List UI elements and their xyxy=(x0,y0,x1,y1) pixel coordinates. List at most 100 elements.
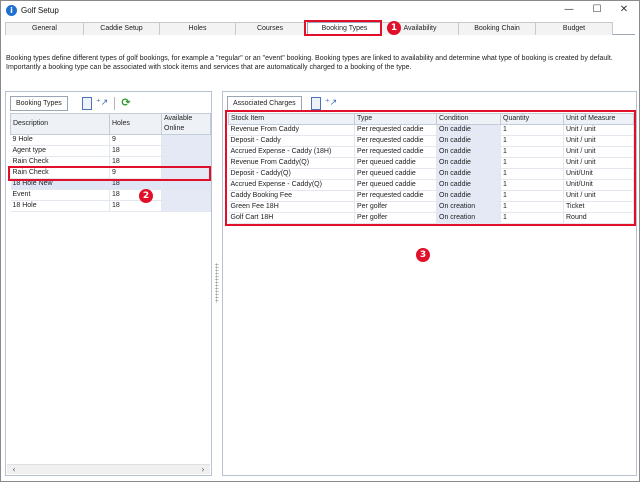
charges-header-row: Stock Item Type Condition Quantity Unit … xyxy=(228,113,634,125)
horizontal-scrollbar[interactable]: ‹ › xyxy=(7,464,210,474)
cell-stock-item: Accrued Expense - Caddy (18H) xyxy=(228,146,355,158)
cell-stock-item: Revenue From Caddy(Q) xyxy=(228,157,355,169)
table-row[interactable]: Deposit - Caddy(Q) Per queued caddie On … xyxy=(228,168,634,180)
scroll-right-icon[interactable]: › xyxy=(198,465,208,474)
table-row[interactable]: Revenue From Caddy Per requested caddie … xyxy=(228,124,634,136)
callout-marker-3: 3 xyxy=(416,248,430,262)
cell-unit-of-measure: Unit / unit xyxy=(563,190,634,202)
column-header-type[interactable]: Type xyxy=(354,113,437,125)
cell-condition: On creation xyxy=(436,212,501,224)
cell-holes: 18 xyxy=(109,145,162,157)
add-link-icon[interactable]: ⁺↗ xyxy=(325,97,337,109)
cell-description: Rain Check xyxy=(10,167,110,179)
cell-quantity: 1 xyxy=(500,135,564,147)
cell-condition: On caddie xyxy=(436,179,501,191)
refresh-icon[interactable]: ⟳ xyxy=(120,97,132,109)
cell-stock-item: Accrued Expense - Caddy(Q) xyxy=(228,179,355,191)
table-row[interactable]: Event 18 xyxy=(10,189,211,201)
maximize-button[interactable]: ☐ xyxy=(587,3,607,17)
table-row[interactable]: Caddy Booking Fee Per requested caddie O… xyxy=(228,190,634,202)
associated-charges-table: Stock Item Type Condition Quantity Unit … xyxy=(228,113,634,224)
cell-available-online[interactable] xyxy=(161,189,211,201)
tab-budget[interactable]: Budget xyxy=(535,22,613,35)
cell-unit-of-measure: Unit / unit xyxy=(563,146,634,158)
scroll-left-icon[interactable]: ‹ xyxy=(9,465,19,474)
cell-quantity: 1 xyxy=(500,212,564,224)
cell-unit-of-measure: Round xyxy=(563,212,634,224)
cell-available-online[interactable] xyxy=(161,167,211,179)
cell-available-online[interactable] xyxy=(161,145,211,157)
cell-condition: On caddie xyxy=(436,190,501,202)
cell-description-editing[interactable]: 18 Hole New xyxy=(10,178,110,190)
tab-holes[interactable]: Holes xyxy=(159,22,236,35)
golf-setup-window: i Golf Setup — ☐ ✕ General Caddie Setup … xyxy=(0,0,640,482)
table-row-selected[interactable]: 18 Hole New 18 xyxy=(10,178,211,190)
associated-charges-panel: Associated Charges ⁺↗ Stock Item Type Co… xyxy=(222,91,637,476)
cell-available-online[interactable] xyxy=(161,178,211,190)
cell-condition: On caddie xyxy=(436,157,501,169)
tab-caddie-setup[interactable]: Caddie Setup xyxy=(83,22,160,35)
cell-type: Per requested caddie xyxy=(354,146,437,158)
booking-types-table: Description Holes Available Online 9 Hol… xyxy=(10,113,211,212)
table-row[interactable]: Deposit - Caddy Per requested caddie On … xyxy=(228,135,634,147)
cell-condition: On caddie xyxy=(436,146,501,158)
column-header-unit-of-measure[interactable]: Unit of Measure xyxy=(563,113,634,125)
table-row[interactable]: Rain Check 9 xyxy=(10,167,211,179)
booking-types-description: Booking types define different types of … xyxy=(6,55,613,71)
cell-description: Rain Check xyxy=(10,156,110,168)
callout-marker-1: 1 xyxy=(387,21,401,35)
cell-available-online[interactable] xyxy=(161,134,211,146)
column-header-condition[interactable]: Condition xyxy=(436,113,501,125)
table-row[interactable]: Revenue From Caddy(Q) Per queued caddie … xyxy=(228,157,634,169)
cell-unit-of-measure: Unit / unit xyxy=(563,124,634,136)
table-row[interactable]: Rain Check 18 xyxy=(10,156,211,168)
table-row[interactable]: Accrued Expense - Caddy(Q) Per queued ca… xyxy=(228,179,634,191)
table-row[interactable]: 9 Hole 9 xyxy=(10,134,211,146)
cell-quantity: 1 xyxy=(500,168,564,180)
associated-charges-toolbar: Associated Charges ⁺↗ xyxy=(227,96,427,111)
column-header-holes[interactable]: Holes xyxy=(109,113,162,135)
cell-stock-item: Caddy Booking Fee xyxy=(228,190,355,202)
new-document-icon[interactable] xyxy=(80,97,92,110)
tab-booking-chain[interactable]: Booking Chain xyxy=(458,22,536,35)
table-row[interactable]: 18 Hole 18 xyxy=(10,200,211,212)
cell-unit-of-measure: Unit/Unit xyxy=(563,179,634,191)
cell-condition: On caddie xyxy=(436,124,501,136)
cell-description: Agent type xyxy=(10,145,110,157)
cell-description: Event xyxy=(10,189,110,201)
cell-type: Per requested caddie xyxy=(354,135,437,147)
tab-general[interactable]: General xyxy=(5,22,84,35)
cell-condition: On creation xyxy=(436,201,501,213)
close-button[interactable]: ✕ xyxy=(614,3,634,17)
cell-type: Per golfer xyxy=(354,201,437,213)
table-row[interactable]: Green Fee 18H Per golfer On creation 1 T… xyxy=(228,201,634,213)
panel-splitter-handle[interactable] xyxy=(215,263,219,303)
cell-unit-of-measure: Unit / unit xyxy=(563,135,634,147)
column-header-description[interactable]: Description xyxy=(10,113,110,135)
cell-stock-item: Revenue From Caddy xyxy=(228,124,355,136)
title-bar: i Golf Setup — ☐ ✕ xyxy=(1,1,639,21)
cell-available-online[interactable] xyxy=(161,200,211,212)
column-header-stock-item[interactable]: Stock Item xyxy=(228,113,355,125)
cell-unit-of-measure: Unit / unit xyxy=(563,157,634,169)
add-link-icon[interactable]: ⁺↗ xyxy=(96,97,108,109)
new-document-icon[interactable] xyxy=(309,97,321,110)
cell-condition: On caddie xyxy=(436,135,501,147)
cell-available-online[interactable] xyxy=(161,156,211,168)
cell-unit-of-measure: Ticket xyxy=(563,201,634,213)
cell-description: 9 Hole xyxy=(10,134,110,146)
column-header-quantity[interactable]: Quantity xyxy=(500,113,564,125)
column-header-available-online[interactable]: Available Online xyxy=(161,113,211,135)
tab-booking-types[interactable]: Booking Types xyxy=(307,22,382,36)
cell-type: Per requested caddie xyxy=(354,190,437,202)
table-row[interactable]: Golf Cart 18H Per golfer On creation 1 R… xyxy=(228,212,634,224)
booking-types-toolbar: Booking Types ⁺↗ ⟳ xyxy=(10,96,210,111)
cell-stock-item: Golf Cart 18H xyxy=(228,212,355,224)
associated-charges-title: Associated Charges xyxy=(227,96,302,111)
table-row[interactable]: Agent type 18 xyxy=(10,145,211,157)
table-row[interactable]: Accrued Expense - Caddy (18H) Per reques… xyxy=(228,146,634,158)
cell-type: Per golfer xyxy=(354,212,437,224)
cell-quantity: 1 xyxy=(500,190,564,202)
tab-courses[interactable]: Courses xyxy=(235,22,305,35)
minimize-button[interactable]: — xyxy=(559,3,579,17)
